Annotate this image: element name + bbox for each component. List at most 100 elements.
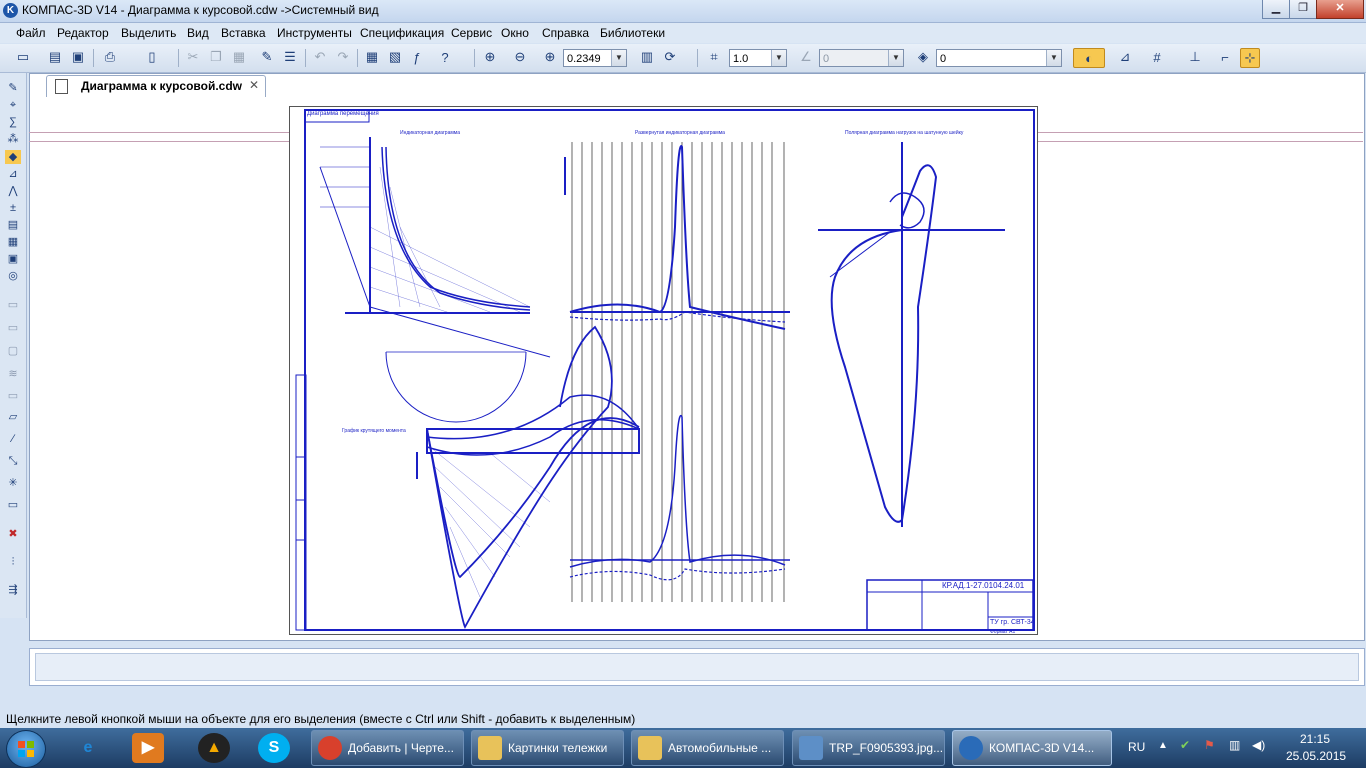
close-button[interactable]: ✕ (1316, 0, 1364, 19)
save-icon[interactable]: ▣ (69, 48, 87, 66)
tool-e-icon[interactable]: ▭ (5, 389, 21, 403)
document-tab[interactable]: Диаграмма к курсовой.cdw ✕ (46, 75, 266, 97)
media-player-icon[interactable]: ▶ (132, 733, 164, 763)
delete-icon[interactable]: ✖ (5, 527, 21, 541)
pan-icon[interactable]: ▥ (638, 48, 656, 66)
insert-icon[interactable]: ▦ (5, 235, 21, 249)
maximize-button[interactable]: ❐ (1289, 0, 1317, 19)
zoom-in-icon[interactable]: ⊕ (541, 48, 559, 66)
clock-date[interactable]: 25.05.2015 (1286, 749, 1346, 763)
show-hidden-icons[interactable]: ▲ (1158, 740, 1168, 751)
taskbar-item-folder-carts[interactable]: Картинки тележки (471, 730, 624, 766)
chevron-down-icon[interactable]: ▼ (611, 50, 626, 66)
menu-window[interactable]: Окно (501, 26, 529, 40)
fragment-icon[interactable]: ▣ (5, 252, 21, 266)
chevron-down-icon[interactable]: ▼ (1046, 50, 1061, 66)
geometry-icon[interactable]: ✎ (5, 81, 21, 95)
library-manager-icon[interactable]: ▧ (386, 48, 404, 66)
tool-g-icon[interactable]: ∕ (5, 432, 21, 446)
new-file-icon[interactable]: ▭ (14, 48, 32, 66)
snap-active-icon[interactable]: ⊹ (1240, 48, 1260, 68)
round-icon[interactable]: ⌐ (1216, 48, 1234, 66)
ortho-icon[interactable]: ⊿ (1116, 48, 1134, 66)
drawing-sheet[interactable]: КР.АД.1-27.0104.24.01 ТУ гр. СВТ-34 Форм… (289, 106, 1038, 635)
tool-f-icon[interactable]: ▱ (5, 410, 21, 424)
menu-specification[interactable]: Спецификация (360, 26, 444, 40)
refresh-icon[interactable]: ⟳ (661, 48, 679, 66)
properties-icon[interactable]: ☰ (281, 48, 299, 66)
zoom-combo[interactable]: 0.2349 ▼ (563, 49, 627, 67)
tool-k-icon[interactable]: ⫶ (5, 555, 21, 569)
undo-icon[interactable]: ↶ (311, 48, 329, 66)
print-preview-icon[interactable]: ▯ (143, 48, 161, 66)
dimensions-icon[interactable]: ⌖ (5, 98, 21, 112)
tool-a-icon[interactable]: ▭ (5, 298, 21, 312)
network-icon[interactable]: ▥ (1229, 738, 1240, 752)
tool-h-icon[interactable]: ⤡ (5, 454, 21, 468)
snap-point-icon[interactable]: ⌗ (705, 48, 723, 66)
volume-icon[interactable]: ◀) (1252, 738, 1265, 752)
select-icon[interactable]: ⋀ (5, 184, 21, 198)
menu-select[interactable]: Выделить (121, 26, 176, 40)
tool-d-icon[interactable]: ≋ (5, 367, 21, 381)
print-icon[interactable]: ⎙ (101, 48, 119, 66)
paste-icon[interactable]: ▦ (230, 48, 248, 66)
edit-icon[interactable]: ⁂ (5, 132, 21, 146)
taskbar-item-label: Автомобильные ... (668, 741, 772, 755)
layer-combo[interactable]: 0 ▼ (936, 49, 1062, 67)
parametrization-icon[interactable]: ◆ (5, 150, 21, 164)
start-button[interactable] (6, 730, 46, 768)
reports-icon[interactable]: ▤ (5, 218, 21, 232)
tool-l-icon[interactable]: ⇶ (5, 583, 21, 597)
taskbar-item-folder-auto[interactable]: Автомобильные ... (631, 730, 784, 766)
angle-combo[interactable]: 0 ▼ (819, 49, 904, 67)
language-indicator[interactable]: RU (1128, 740, 1145, 754)
cut-icon[interactable]: ✂ (184, 48, 202, 66)
menu-libraries[interactable]: Библиотеки (600, 26, 665, 40)
menu-file[interactable]: Файл (16, 26, 46, 40)
grid-icon[interactable]: # (1148, 48, 1166, 66)
taskbar-item-chrome[interactable]: Добавить | Черте... (311, 730, 464, 766)
spec-icon[interactable]: ± (5, 201, 21, 215)
tool-i-icon[interactable]: ✳ (5, 476, 21, 490)
variables-icon[interactable]: ƒ (408, 48, 426, 66)
skype-icon[interactable]: S (258, 733, 290, 763)
open-file-icon[interactable]: ▤ (46, 48, 64, 66)
minimize-button[interactable]: ▁ (1262, 0, 1290, 19)
menu-service[interactable]: Сервис (451, 26, 492, 40)
chevron-down-icon[interactable]: ▼ (888, 50, 903, 66)
measure-icon[interactable]: ⊿ (5, 167, 21, 181)
copy-icon[interactable]: ❐ (207, 48, 225, 66)
aimp-icon[interactable]: ▲ (198, 733, 230, 763)
close-tab-icon[interactable]: ✕ (249, 78, 259, 92)
menu-insert[interactable]: Вставка (221, 26, 266, 40)
tool-j-icon[interactable]: ▭ (5, 498, 21, 512)
format-brush-icon[interactable]: ✎ (258, 48, 276, 66)
security-icon[interactable]: ✔ (1180, 738, 1190, 752)
snap-magnet-icon[interactable]: ◐ (1073, 48, 1105, 68)
chevron-down-icon[interactable]: ▼ (771, 50, 786, 66)
action-center-icon[interactable]: ⚑ (1204, 738, 1215, 752)
taskbar-item-image-viewer[interactable]: TRP_F0905393.jpg... (792, 730, 945, 766)
command-line[interactable] (35, 653, 1359, 681)
menu-view[interactable]: Вид (187, 26, 209, 40)
redo-icon[interactable]: ↷ (334, 48, 352, 66)
menu-editor[interactable]: Редактор (57, 26, 109, 40)
menu-help[interactable]: Справка (542, 26, 589, 40)
symbols-icon[interactable]: ∑ (5, 115, 21, 129)
step-combo[interactable]: 1.0 ▼ (729, 49, 787, 67)
menu-tools[interactable]: Инструменты (277, 26, 352, 40)
angle-icon[interactable]: ∠ (797, 48, 815, 66)
clock-time[interactable]: 21:15 (1300, 732, 1330, 746)
tool-b-icon[interactable]: ▭ (5, 321, 21, 335)
zoom-window-icon[interactable]: ⊕ (481, 48, 499, 66)
tool-c-icon[interactable]: ▢ (5, 344, 21, 358)
zoom-icon[interactable]: ⊖ (511, 48, 529, 66)
layers-icon[interactable]: ◈ (914, 48, 932, 66)
manager-icon[interactable]: ▦ (363, 48, 381, 66)
help-pointer-icon[interactable]: ? (436, 48, 454, 66)
taskbar-item-kompas[interactable]: КОМПАС-3D V14... (952, 730, 1112, 766)
local-cs-icon[interactable]: ⊥ (1186, 48, 1204, 66)
internet-explorer-icon[interactable]: e (72, 733, 104, 763)
view-icon[interactable]: ◎ (5, 269, 21, 283)
